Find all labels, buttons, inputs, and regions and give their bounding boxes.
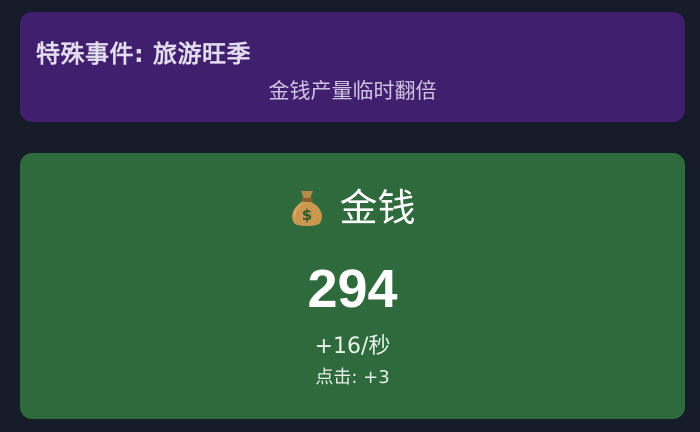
- special-event-banner: 特殊事件: 旅游旺季 金钱产量临时翻倍: [20, 12, 685, 122]
- event-description: 金钱产量临时翻倍: [268, 79, 437, 103]
- moneybag-icon: $: [289, 188, 325, 228]
- money-resource-card[interactable]: $ 金钱 294 +16/秒 点击: +3: [20, 153, 685, 419]
- resource-name: 金钱: [339, 186, 416, 230]
- resource-rate: +16/秒: [314, 334, 391, 359]
- event-title: 特殊事件: 旅游旺季: [36, 40, 251, 68]
- svg-text:$: $: [302, 206, 312, 224]
- resource-amount: 294: [307, 259, 398, 319]
- resource-header: $ 金钱: [20, 183, 685, 233]
- resource-click-value: 点击: +3: [315, 367, 390, 388]
